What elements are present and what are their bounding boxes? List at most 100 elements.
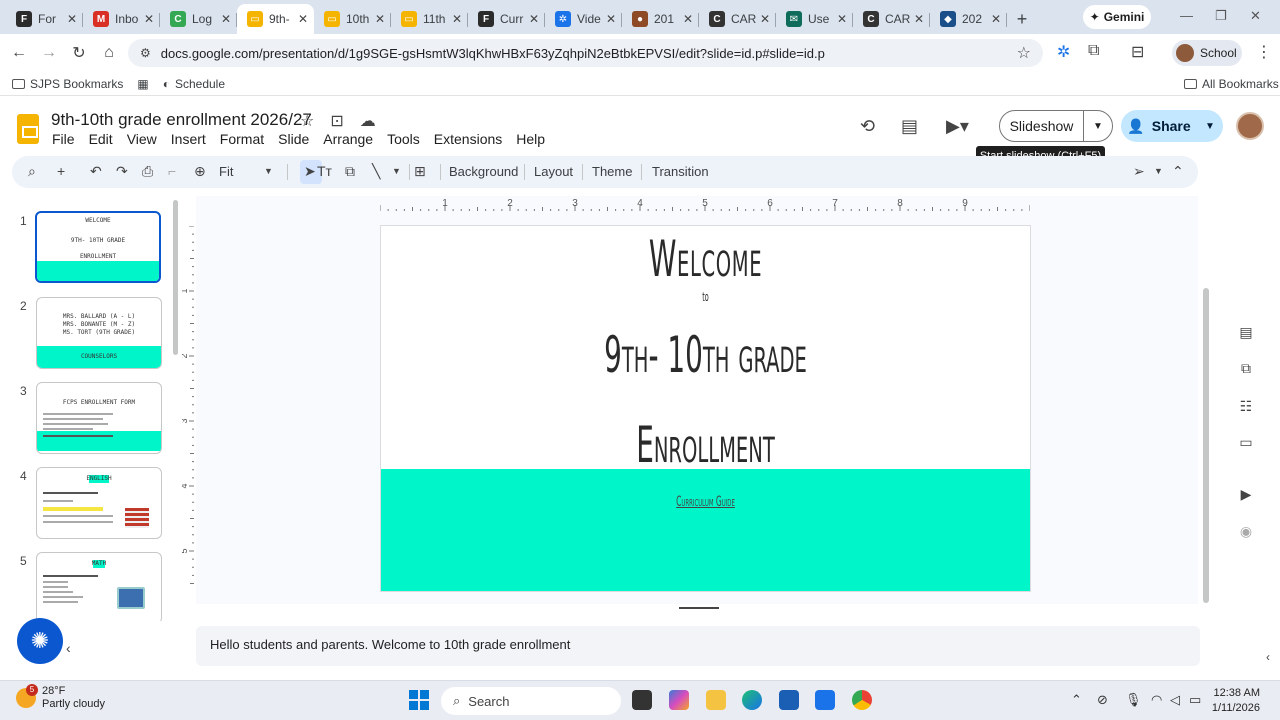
insert-comment-icon[interactable]: ⊞ bbox=[414, 163, 426, 180]
close-tab-icon[interactable]: ✕ bbox=[837, 12, 847, 26]
menu-item-extensions[interactable]: Extensions bbox=[434, 131, 502, 147]
close-tab-icon[interactable]: ✕ bbox=[375, 12, 385, 26]
layout-button[interactable]: Layout bbox=[534, 164, 573, 179]
horizontal-ruler[interactable]: 1 2 3 4 5 6 7 8 9 bbox=[380, 198, 1030, 211]
gemini-sparkle-button[interactable]: ✺ bbox=[17, 618, 63, 664]
calendar-icon[interactable]: ▤ bbox=[1232, 324, 1260, 341]
profile-chip[interactable]: School bbox=[1172, 40, 1242, 66]
slide-thumbnail-4[interactable]: ENGLISH bbox=[36, 467, 162, 539]
chevron-down-icon[interactable]: ▼ bbox=[264, 166, 273, 176]
maximize-icon[interactable]: ❐ bbox=[1215, 8, 1227, 24]
filmstrip-scrollbar[interactable] bbox=[173, 200, 178, 355]
file-explorer-icon[interactable] bbox=[706, 690, 726, 710]
chevron-down-icon[interactable]: ▼ bbox=[392, 166, 401, 176]
speaker-notes[interactable]: Hello students and parents. Welcome to 1… bbox=[196, 626, 1200, 666]
copilot-icon[interactable] bbox=[669, 690, 689, 710]
menu-item-tools[interactable]: Tools bbox=[387, 131, 420, 147]
slides-logo[interactable] bbox=[17, 114, 39, 144]
shape-icon[interactable]: ⧉ bbox=[345, 163, 355, 180]
menu-item-format[interactable]: Format bbox=[220, 131, 264, 147]
apps-grid-icon[interactable]: ▦ bbox=[137, 77, 148, 91]
bookmark-schedule[interactable]: ◐ Schedule bbox=[163, 77, 225, 91]
move-folder-icon[interactable]: ⊡ bbox=[330, 111, 343, 131]
system-clock[interactable]: 12:38 AM 1/11/2026 bbox=[1190, 686, 1260, 716]
close-tab-icon[interactable]: ✕ bbox=[991, 12, 1001, 26]
expand-side-panel-icon[interactable]: ‹ bbox=[1266, 650, 1270, 664]
menu-item-file[interactable]: File bbox=[52, 131, 75, 147]
star-icon[interactable]: ☆ bbox=[300, 111, 314, 131]
gemini-button[interactable]: ✦ Gemini bbox=[1083, 5, 1151, 29]
curriculum-guide-link[interactable]: Curriculum Guide bbox=[511, 494, 900, 510]
back-icon[interactable]: ← bbox=[4, 44, 34, 62]
line-icon[interactable]: ╲ bbox=[372, 163, 380, 180]
close-tab-icon[interactable]: ✕ bbox=[529, 12, 539, 26]
browser-tab[interactable]: ✉ Use ✕ bbox=[776, 4, 853, 34]
close-tab-icon[interactable]: ✕ bbox=[67, 12, 77, 26]
current-slide[interactable]: Welcome to 9th- 10th grade Enrollment Cu… bbox=[381, 226, 1030, 591]
collapse-toolbar-icon[interactable]: ⌃ bbox=[1172, 163, 1184, 180]
reload-icon[interactable]: ↻ bbox=[64, 43, 94, 63]
close-tab-icon[interactable]: ✕ bbox=[298, 12, 308, 26]
slide-thumbnail-3[interactable]: FCPS ENROLLMENT FORM bbox=[36, 382, 162, 454]
browser-tab[interactable]: ▭ 9th- ✕ bbox=[237, 4, 314, 34]
close-tab-icon[interactable]: ✕ bbox=[221, 12, 231, 26]
slide-text-to[interactable]: to bbox=[511, 290, 900, 304]
extensions-puzzle-icon[interactable]: ⧉ bbox=[1088, 42, 1099, 60]
extension-icon[interactable]: ✲ bbox=[1057, 42, 1070, 62]
browser-tab[interactable]: ▭ 10th ✕ bbox=[314, 4, 391, 34]
weather-widget[interactable]: 5 28°F Partly cloudy bbox=[16, 684, 105, 711]
vertical-ruler[interactable]: 1 2 3 4 5 bbox=[182, 226, 194, 591]
all-bookmarks[interactable]: All Bookmarks bbox=[1184, 77, 1279, 91]
keep-icon[interactable]: ⧉ bbox=[1232, 360, 1260, 377]
zoom-select[interactable]: Fit bbox=[219, 164, 233, 179]
browser-tab[interactable]: C CAR ✕ bbox=[853, 4, 930, 34]
windows-start-icon[interactable] bbox=[409, 690, 429, 710]
paint-format-icon[interactable]: ⌐ bbox=[168, 163, 176, 179]
close-tab-icon[interactable]: ✕ bbox=[606, 12, 616, 26]
comments-icon[interactable]: ▤ bbox=[901, 116, 918, 137]
notes-resize-handle[interactable] bbox=[679, 607, 719, 609]
slides-addon-icon[interactable]: ▶ bbox=[1232, 486, 1260, 503]
document-title[interactable]: 9th-10th grade enrollment 2026/27 bbox=[51, 110, 312, 130]
slide-title-welcome[interactable]: Welcome bbox=[504, 230, 906, 288]
new-tab-button[interactable]: + bbox=[1007, 4, 1037, 34]
forward-icon[interactable]: → bbox=[34, 44, 64, 62]
wifi-icon[interactable]: ◠ bbox=[1151, 692, 1162, 708]
close-tab-icon[interactable]: ✕ bbox=[760, 12, 770, 26]
menu-item-help[interactable]: Help bbox=[516, 131, 545, 147]
browser-tab[interactable]: C CAR ✕ bbox=[699, 4, 776, 34]
share-button[interactable]: 👤 Share ▼ bbox=[1121, 110, 1223, 142]
account-avatar[interactable] bbox=[1236, 112, 1264, 140]
browser-tab[interactable]: F Curr ✕ bbox=[468, 4, 545, 34]
volume-icon[interactable]: ◁ bbox=[1170, 692, 1180, 708]
background-button[interactable]: Background bbox=[449, 164, 518, 179]
pinned-app-icon[interactable] bbox=[815, 690, 835, 710]
new-slide-icon[interactable]: + bbox=[57, 163, 65, 179]
slide-thumbnail-2[interactable]: MRS. BALLARD (A - L) MRS. BONANTE (M - Z… bbox=[36, 297, 162, 369]
print-icon[interactable]: ⎙ bbox=[142, 163, 153, 180]
tab-search-icon[interactable]: ⊟ bbox=[1131, 42, 1144, 62]
microphone-icon[interactable]: 🎙 bbox=[1125, 692, 1142, 708]
drive-folder-icon[interactable]: ▭ bbox=[1232, 434, 1260, 451]
zoom-icon[interactable]: ⊕ bbox=[194, 163, 206, 180]
theme-button[interactable]: Theme bbox=[592, 164, 632, 179]
slide-title-enrollment[interactable]: Enrollment bbox=[504, 416, 906, 474]
menu-item-slide[interactable]: Slide bbox=[278, 131, 309, 147]
chrome-menu-icon[interactable]: ⋮ bbox=[1256, 42, 1272, 62]
undo-icon[interactable]: ↶ bbox=[90, 163, 102, 180]
close-tab-icon[interactable]: ✕ bbox=[452, 12, 462, 26]
task-view-icon[interactable] bbox=[632, 690, 652, 710]
show-hidden-icons[interactable]: ⌃ bbox=[1071, 692, 1082, 708]
version-history-icon[interactable]: ⟲ bbox=[860, 116, 875, 137]
site-info-icon[interactable]: ⚙ bbox=[140, 46, 151, 60]
close-tab-icon[interactable]: ✕ bbox=[683, 12, 693, 26]
minimize-icon[interactable]: — bbox=[1180, 8, 1193, 23]
store-icon[interactable] bbox=[779, 690, 799, 710]
contacts-icon[interactable]: ☷ bbox=[1232, 398, 1260, 415]
close-window-icon[interactable]: ✕ bbox=[1250, 8, 1261, 24]
menu-item-edit[interactable]: Edit bbox=[89, 131, 113, 147]
home-icon[interactable]: ⌂ bbox=[94, 44, 124, 62]
collapse-filmstrip-icon[interactable]: ‹ bbox=[66, 640, 71, 656]
slide-title-grade[interactable]: 9th- 10th grade bbox=[504, 326, 906, 384]
browser-tab[interactable]: ● 201 ✕ bbox=[622, 4, 699, 34]
